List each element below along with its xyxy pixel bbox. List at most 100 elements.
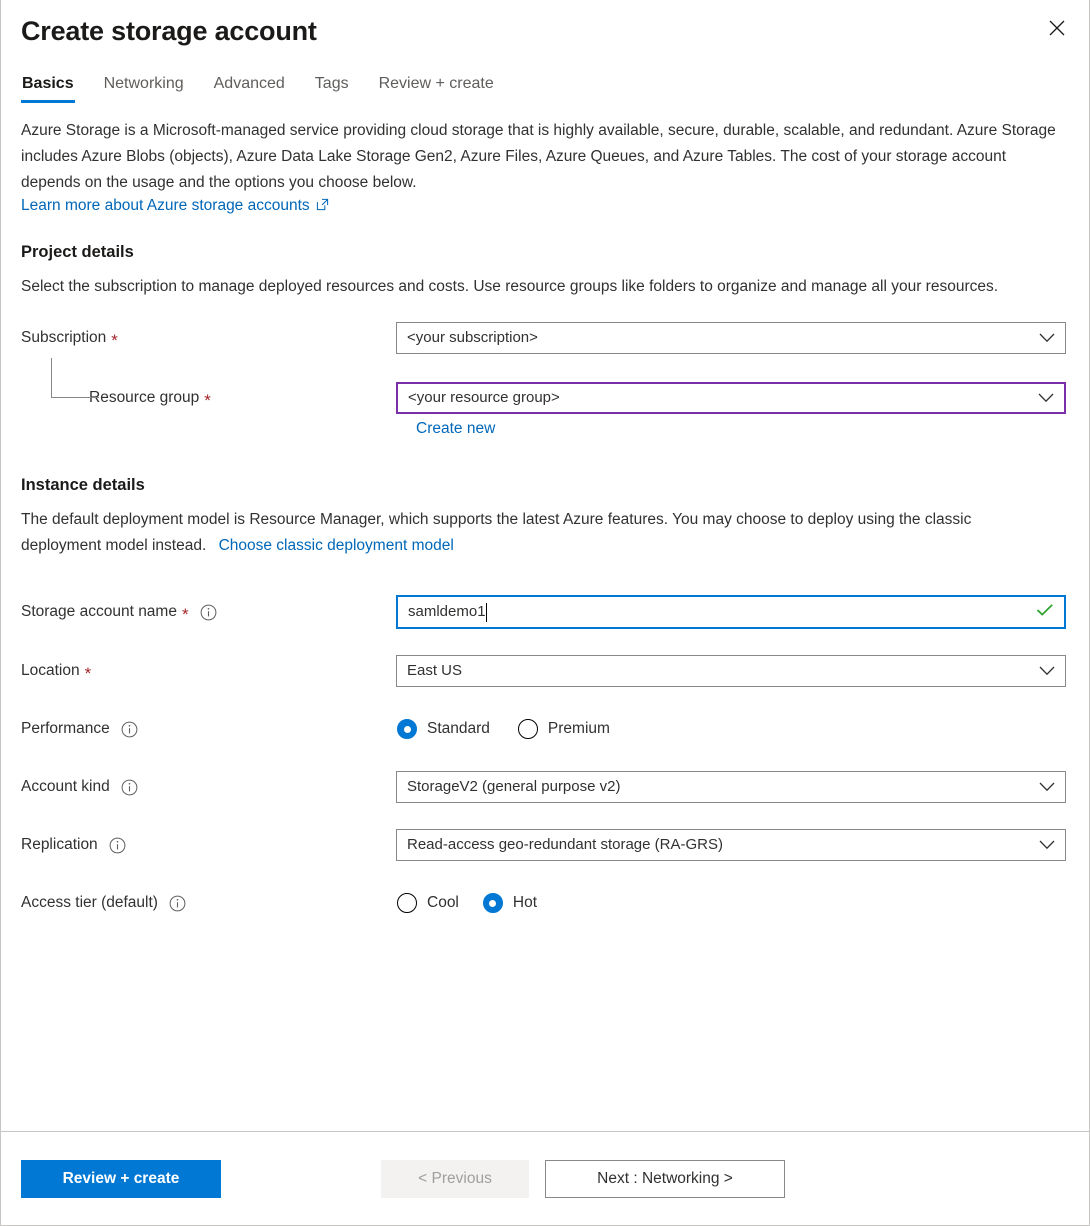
subscription-value: <your subscription> [407, 323, 1033, 353]
subscription-field: <your subscription> [396, 322, 1066, 354]
performance-option-standard[interactable]: Standard [397, 719, 490, 739]
location-row: Location * East US [21, 655, 1069, 687]
create-storage-account-dialog: Create storage account Basics Networking… [0, 0, 1090, 1226]
access-tier-option-cool[interactable]: Cool [397, 893, 459, 913]
account-kind-value: StorageV2 (general purpose v2) [407, 772, 1033, 802]
location-label: Location [21, 661, 80, 681]
subscription-required-marker: * [111, 332, 118, 349]
access-tier-label: Access tier (default) [21, 893, 158, 913]
project-details-heading: Project details [21, 243, 1069, 262]
account-kind-field: StorageV2 (general purpose v2) [396, 771, 1066, 803]
intro-paragraph: Azure Storage is a Microsoft-managed ser… [21, 118, 1069, 196]
radio-icon-selected [397, 719, 417, 739]
resource-group-row: Resource group * <your resource group> [21, 382, 1069, 414]
close-glyph [1047, 18, 1067, 38]
check-icon [1036, 603, 1054, 621]
access-tier-row: Access tier (default) Cool [21, 887, 1069, 919]
info-icon[interactable] [169, 895, 186, 912]
text-caret [486, 603, 487, 622]
replication-label-wrap: Replication [21, 835, 396, 855]
subscription-row: Subscription * <your subscription> [21, 322, 1069, 354]
storage-account-name-label-wrap: Storage account name * [21, 602, 396, 622]
location-value: East US [407, 656, 1033, 686]
next-networking-button[interactable]: Next : Networking > [545, 1160, 785, 1198]
tab-bar: Basics Networking Advanced Tags Review +… [1, 70, 1089, 106]
location-dropdown[interactable]: East US [396, 655, 1066, 687]
resource-group-value: <your resource group> [408, 383, 1032, 413]
create-new-resource-group-link[interactable]: Create new [416, 420, 495, 437]
location-field: East US [396, 655, 1066, 687]
review-create-button[interactable]: Review + create [21, 1160, 221, 1198]
performance-radio-group: Standard Premium [396, 719, 1066, 739]
storage-account-name-required-marker: * [182, 606, 189, 623]
chevron-down-icon [1033, 666, 1055, 676]
chevron-down-icon [1032, 393, 1054, 403]
radio-icon [397, 893, 417, 913]
replication-dropdown[interactable]: Read-access geo-redundant storage (RA-GR… [396, 829, 1066, 861]
chevron-down-icon [1033, 333, 1055, 343]
external-link-icon [316, 198, 329, 216]
dialog-header: Create storage account [1, 0, 1089, 48]
access-tier-option-hot[interactable]: Hot [483, 893, 537, 913]
performance-option-standard-label: Standard [427, 720, 490, 738]
resource-group-required-marker: * [204, 392, 211, 409]
storage-account-name-field: samldemo1 [396, 595, 1066, 629]
performance-field: Standard Premium [396, 719, 1066, 739]
access-tier-radio-group: Cool Hot [396, 893, 1066, 913]
instance-details-heading: Instance details [21, 476, 1069, 495]
access-tier-label-wrap: Access tier (default) [21, 893, 396, 913]
tab-tags[interactable]: Tags [314, 70, 350, 106]
learn-more-link[interactable]: Learn more about Azure storage accounts [21, 197, 329, 215]
location-required-marker: * [85, 665, 92, 682]
resource-group-label-wrap: Resource group * [21, 388, 396, 408]
resource-group-label: Resource group [89, 388, 199, 408]
subscription-label: Subscription [21, 328, 106, 348]
access-tier-option-hot-label: Hot [513, 894, 537, 912]
info-icon[interactable] [109, 837, 126, 854]
instance-details-text: The default deployment model is Resource… [21, 511, 971, 554]
account-kind-row: Account kind StorageV2 (general purpose … [21, 771, 1069, 803]
access-tier-option-cool-label: Cool [427, 894, 459, 912]
learn-more-label: Learn more about Azure storage accounts [21, 197, 310, 215]
performance-row: Performance Standard [21, 713, 1069, 745]
chevron-down-icon [1033, 840, 1055, 850]
tab-advanced[interactable]: Advanced [213, 70, 286, 106]
performance-option-premium[interactable]: Premium [518, 719, 610, 739]
project-details-description: Select the subscription to manage deploy… [21, 274, 1021, 300]
close-icon[interactable] [1037, 8, 1077, 48]
create-new-row: Create new [416, 420, 1069, 438]
performance-label: Performance [21, 719, 110, 739]
subscription-dropdown[interactable]: <your subscription> [396, 322, 1066, 354]
account-kind-label-wrap: Account kind [21, 777, 396, 797]
account-kind-label: Account kind [21, 777, 110, 797]
resource-group-field: <your resource group> [396, 382, 1066, 414]
info-icon[interactable] [121, 721, 138, 738]
dialog-body: Azure Storage is a Microsoft-managed ser… [1, 106, 1089, 1131]
storage-account-name-value: samldemo1 [408, 597, 486, 627]
radio-icon [518, 719, 538, 739]
instance-details-description: The default deployment model is Resource… [21, 507, 1021, 559]
subscription-label-wrap: Subscription * [21, 328, 396, 348]
resource-group-dropdown[interactable]: <your resource group> [396, 382, 1066, 414]
dialog-footer: Review + create < Previous Next : Networ… [1, 1131, 1089, 1225]
location-label-wrap: Location * [21, 661, 396, 681]
replication-value: Read-access geo-redundant storage (RA-GR… [407, 830, 1033, 860]
performance-option-premium-label: Premium [548, 720, 610, 738]
page-title: Create storage account [21, 14, 1069, 48]
tab-review-create[interactable]: Review + create [378, 70, 495, 106]
account-kind-dropdown[interactable]: StorageV2 (general purpose v2) [396, 771, 1066, 803]
tab-networking[interactable]: Networking [103, 70, 185, 106]
info-icon[interactable] [121, 779, 138, 796]
previous-button: < Previous [381, 1160, 529, 1198]
tab-basics[interactable]: Basics [21, 70, 75, 106]
choose-classic-deployment-model-link[interactable]: Choose classic deployment model [219, 537, 454, 554]
storage-account-name-label: Storage account name [21, 602, 177, 622]
replication-label: Replication [21, 835, 98, 855]
info-icon[interactable] [200, 604, 217, 621]
storage-account-name-input[interactable]: samldemo1 [396, 595, 1066, 629]
radio-icon-selected [483, 893, 503, 913]
storage-account-name-row: Storage account name * samldemo1 [21, 595, 1069, 629]
chevron-down-icon [1033, 782, 1055, 792]
performance-label-wrap: Performance [21, 719, 396, 739]
replication-field: Read-access geo-redundant storage (RA-GR… [396, 829, 1066, 861]
